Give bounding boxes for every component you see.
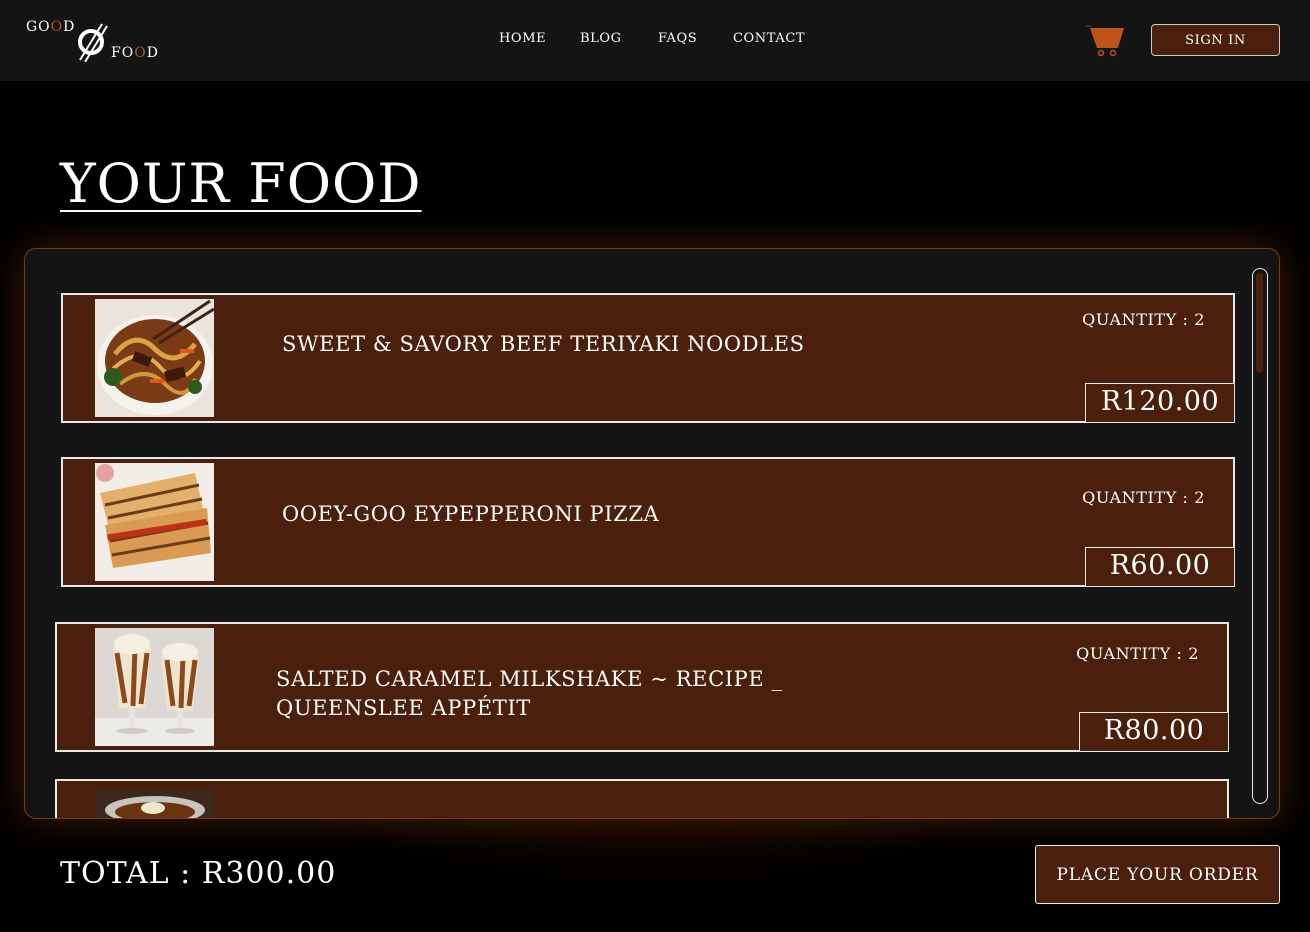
brand-logo[interactable]: GOOD FOOD	[24, 16, 164, 66]
item-quantity: QUANTITY : 2	[1076, 644, 1199, 663]
plate-fork-knife-icon	[78, 23, 108, 62]
cart-items-panel: SWEET & SAVORY BEEF TERIYAKI NOODLES QUA…	[24, 248, 1280, 819]
cart-item[interactable]	[55, 779, 1229, 818]
food-image-beef-noodles	[95, 299, 214, 417]
food-image-pizza	[95, 463, 214, 581]
sign-in-button[interactable]: SIGN IN	[1151, 24, 1280, 56]
item-price: R80.00	[1079, 712, 1229, 752]
item-price: R60.00	[1085, 547, 1235, 587]
cart-scrollbar[interactable]	[1252, 268, 1268, 804]
order-total: TOTAL : R300.00	[60, 856, 337, 891]
page-title: YOUR FOOD	[60, 152, 422, 215]
food-image-dessert	[95, 790, 214, 818]
scrollbar-thumb[interactable]	[1256, 273, 1263, 373]
logo-text-good: GOOD	[26, 19, 76, 35]
item-name: SWEET & SAVORY BEEF TERIYAKI NOODLES	[282, 332, 805, 356]
food-image-milkshake	[95, 628, 214, 746]
cart-item[interactable]: OOEY-GOO EYPEPPERONI PIZZA QUANTITY : 2 …	[61, 457, 1235, 587]
item-price: R120.00	[1085, 383, 1235, 423]
item-name: SALTED CARAMEL MILKSHAKE ~ RECIPE _ QUEE…	[276, 667, 783, 720]
shopping-cart-icon[interactable]	[1084, 22, 1128, 58]
nav-faqs-link[interactable]: FAQS	[658, 31, 697, 46]
nav-home-link[interactable]: HOME	[499, 31, 546, 46]
nav-blog-link[interactable]: BLOG	[580, 31, 622, 46]
item-quantity: QUANTITY : 2	[1082, 310, 1205, 329]
cart-item[interactable]: SALTED CARAMEL MILKSHAKE ~ RECIPE _ QUEE…	[55, 622, 1229, 752]
logo-text-food: FOOD	[111, 45, 159, 61]
top-navbar: GOOD FOOD HOME BLOG FAQS CONTACT SIGN IN	[0, 0, 1310, 81]
nav-contact-link[interactable]: CONTACT	[733, 31, 805, 46]
item-name: OOEY-GOO EYPEPPERONI PIZZA	[282, 502, 660, 526]
place-order-button[interactable]: PLACE YOUR ORDER	[1035, 845, 1280, 904]
cart-item[interactable]: SWEET & SAVORY BEEF TERIYAKI NOODLES QUA…	[61, 293, 1235, 423]
item-quantity: QUANTITY : 2	[1082, 488, 1205, 507]
